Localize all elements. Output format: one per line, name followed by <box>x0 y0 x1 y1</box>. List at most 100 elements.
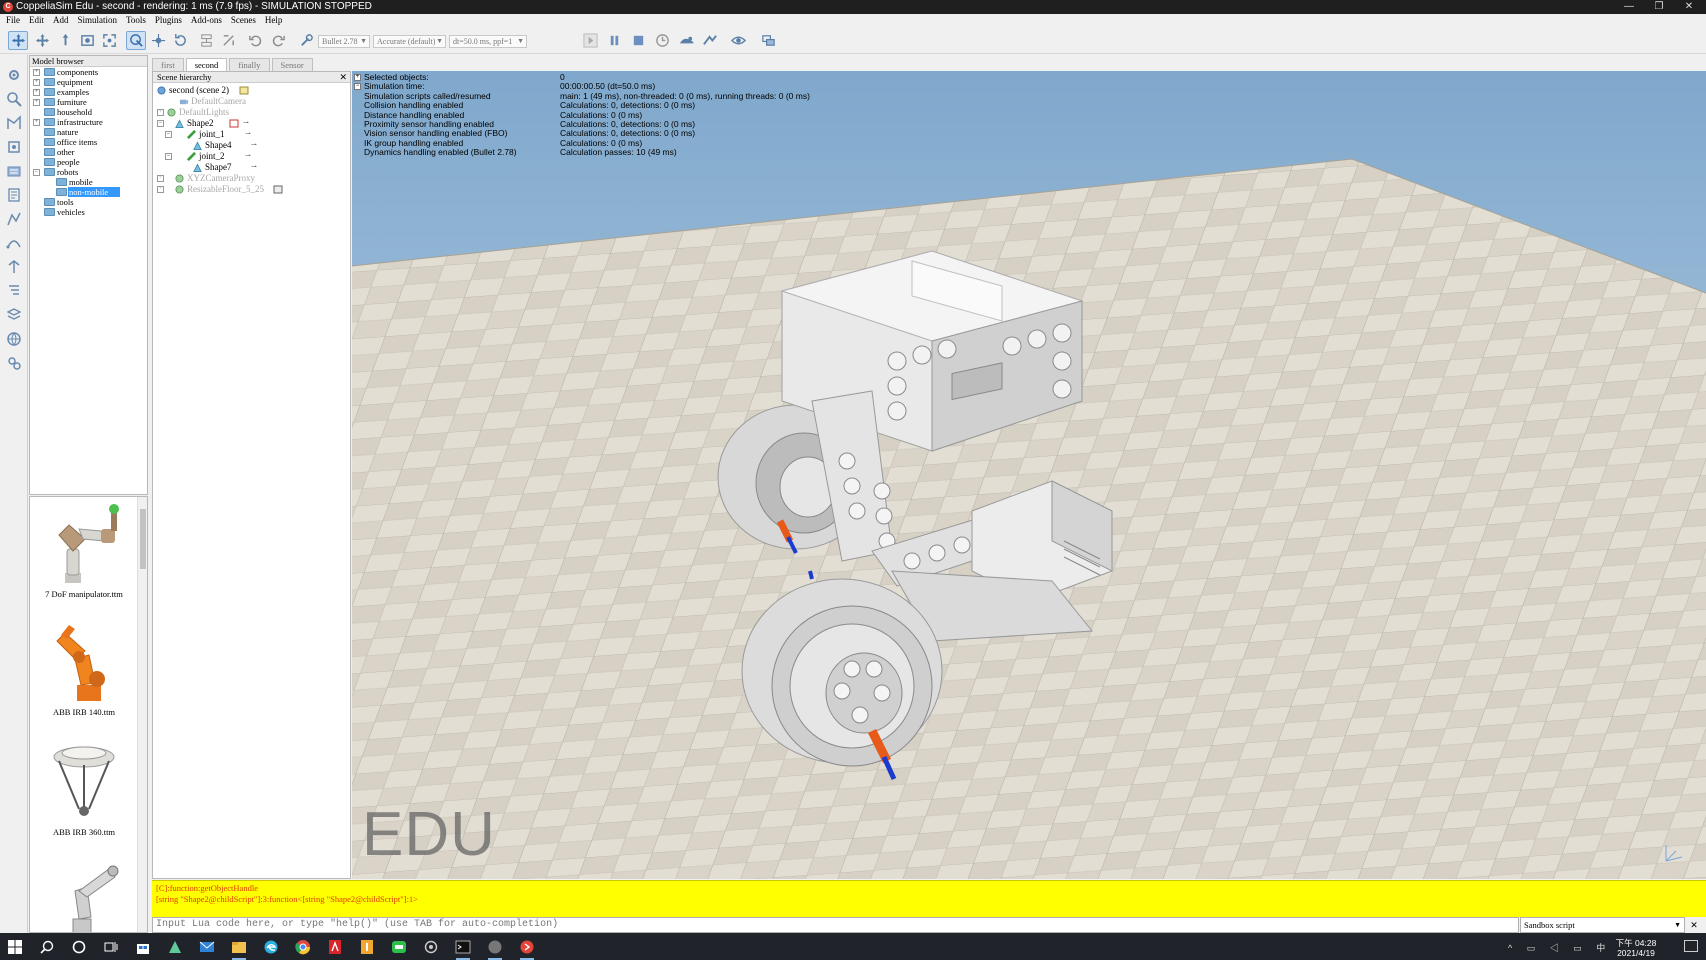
undo-icon[interactable] <box>245 31 265 50</box>
close-button[interactable]: ✕ <box>1674 0 1704 14</box>
object-rotate-icon[interactable] <box>170 31 190 50</box>
pause-simulation-icon[interactable] <box>604 31 624 50</box>
layers-icon[interactable] <box>4 305 24 325</box>
search-icon[interactable] <box>36 936 58 958</box>
physics-engine-select[interactable]: Bullet 2.78 ▼ <box>318 35 370 48</box>
model-folder-item[interactable]: + infrastructure <box>30 117 147 127</box>
menu-help[interactable]: Help <box>265 14 283 27</box>
lua-command-input[interactable]: Input Lua code here, or type "help()" (u… <box>152 917 1519 933</box>
speed-up-icon[interactable] <box>700 31 720 50</box>
redo-icon[interactable] <box>268 31 288 50</box>
scene-tab-sensor[interactable]: Sensor <box>271 58 313 71</box>
office-app-icon[interactable] <box>356 936 378 958</box>
expand-plus-icon[interactable]: + <box>33 69 40 76</box>
simulation-timestep-select[interactable]: dt=50.0 ms, ppf=1 ▼ <box>449 35 527 48</box>
assemble-icon[interactable] <box>196 31 216 50</box>
menu-plugins[interactable]: Plugins <box>155 14 182 27</box>
menu-file[interactable]: File <box>6 14 20 27</box>
joint-icon[interactable] <box>4 113 24 133</box>
menu-edit[interactable]: Edit <box>29 14 44 27</box>
calculation-modules-icon[interactable] <box>4 137 24 157</box>
model-browser-toggle-icon[interactable] <box>4 257 24 277</box>
hierarchy-item-lights[interactable]: + DefaultLights <box>157 107 229 118</box>
script-context-select[interactable]: Sandbox script ▼ <box>1520 917 1685 933</box>
start-simulation-icon[interactable] <box>580 31 600 50</box>
model-thumbnail[interactable]: ABB IRB 140.ttm <box>30 619 138 717</box>
scene-tab-finally[interactable]: finally <box>229 58 270 71</box>
app-running-icon[interactable] <box>484 936 506 960</box>
scrollbar-thumb[interactable] <box>140 509 146 569</box>
script-icon[interactable] <box>273 185 283 194</box>
hierarchy-item-joint1[interactable]: − joint_1 ⇀ <box>165 129 251 140</box>
info-toggle[interactable]: − <box>354 83 361 91</box>
dynamics-engine-icon[interactable] <box>296 31 316 50</box>
hierarchy-item-scene[interactable]: second (scene 2) <box>157 85 249 96</box>
model-thumbnail[interactable]: 7 DoF manipulator.ttm <box>30 501 138 599</box>
collapse-minus-icon[interactable]: − <box>165 131 172 138</box>
settings-icon[interactable] <box>420 936 442 958</box>
windows-start-icon[interactable] <box>4 936 26 958</box>
menu-simulation[interactable]: Simulation <box>78 14 118 27</box>
model-folder-item[interactable]: + examples <box>30 87 147 97</box>
collections-icon[interactable] <box>4 161 24 181</box>
line-icon[interactable] <box>388 936 410 958</box>
scene-hierarchy-toggle-icon[interactable] <box>4 281 24 301</box>
acrobat-icon[interactable] <box>324 936 346 958</box>
expand-plus-icon[interactable]: + <box>33 119 40 126</box>
expand-plus-icon[interactable]: + <box>157 109 164 116</box>
scene-tab-second[interactable]: second <box>185 58 228 71</box>
realtime-mode-icon[interactable] <box>652 31 672 50</box>
user-settings-icon[interactable] <box>4 353 24 373</box>
terminal-icon[interactable] <box>452 936 474 960</box>
dynamics-accuracy-select[interactable]: Accurate (default) ▼ <box>373 35 446 48</box>
restore-button[interactable]: ❐ <box>1644 0 1674 14</box>
info-toggle[interactable]: + <box>354 74 361 81</box>
store-icon[interactable] <box>132 936 154 958</box>
hierarchy-item-camera[interactable]: DefaultCamera <box>179 96 246 107</box>
object-shift-icon[interactable] <box>148 31 168 50</box>
chrome-icon[interactable] <box>292 936 314 958</box>
edge-icon[interactable] <box>260 936 282 958</box>
minimize-button[interactable]: — <box>1614 0 1644 14</box>
hierarchy-item-shape2[interactable]: − Shape2 ⇀ <box>157 118 249 129</box>
model-folder-item[interactable]: + furniture <box>30 97 147 107</box>
fit-to-view-icon[interactable] <box>99 31 119 50</box>
hierarchy-item-floor[interactable]: + ResizableFloor_5_25 <box>157 184 283 195</box>
model-folder-item[interactable]: + components <box>30 67 147 77</box>
thumbnails-scrollbar[interactable] <box>137 497 147 932</box>
model-folder-item[interactable]: household <box>30 107 147 117</box>
transfer-dna-icon[interactable] <box>218 31 238 50</box>
notification-icon[interactable] <box>1684 940 1698 952</box>
cortana-icon[interactable] <box>68 936 90 958</box>
collapse-minus-icon[interactable]: − <box>33 169 40 176</box>
hierarchy-item-camera-proxy[interactable]: + XYZCameraProxy <box>157 173 255 184</box>
camera-pan-icon[interactable] <box>8 31 28 50</box>
file-explorer-icon[interactable] <box>228 936 250 960</box>
script-icon[interactable] <box>239 86 249 95</box>
coppeliasim-taskbar-icon[interactable] <box>516 936 538 960</box>
model-folder-item[interactable]: office items <box>30 137 147 147</box>
model-folder-item[interactable]: mobile <box>30 177 147 187</box>
simulation-settings-icon[interactable] <box>4 65 24 85</box>
collapse-minus-icon[interactable]: − <box>165 153 172 160</box>
model-folder-item[interactable]: other <box>30 147 147 157</box>
collapse-minus-icon[interactable]: − <box>157 120 164 127</box>
model-folder-item[interactable]: − robots <box>30 167 147 177</box>
expand-plus-icon[interactable]: + <box>157 186 164 193</box>
menu-tools[interactable]: Tools <box>126 14 146 27</box>
taskbar-clock[interactable]: 下午 04:28 2021/4/19 <box>1606 938 1666 958</box>
menu-scenes[interactable]: Scenes <box>231 14 256 27</box>
3d-viewport[interactable]: + Selected objects: 0 − Simulation time: 00:… <box>352 71 1706 879</box>
model-folder-item[interactable]: people <box>30 157 147 167</box>
model-thumbnail[interactable]: ABB IRB 360.ttm <box>30 739 138 837</box>
zoom-icon[interactable] <box>4 89 24 109</box>
child-script-icon[interactable] <box>229 119 239 128</box>
task-view-icon[interactable] <box>100 936 122 958</box>
hierarchy-item-shape4[interactable]: Shape4 ⇀ <box>193 140 257 151</box>
shape-edit-icon[interactable] <box>4 209 24 229</box>
model-folder-item[interactable]: tools <box>30 197 147 207</box>
scene-tab-first[interactable]: first <box>152 58 184 71</box>
hierarchy-item-joint2[interactable]: − joint_2 ⇀ <box>165 151 251 162</box>
camera-zoom-icon[interactable] <box>77 31 97 50</box>
scene-layout-icon[interactable] <box>758 31 778 50</box>
